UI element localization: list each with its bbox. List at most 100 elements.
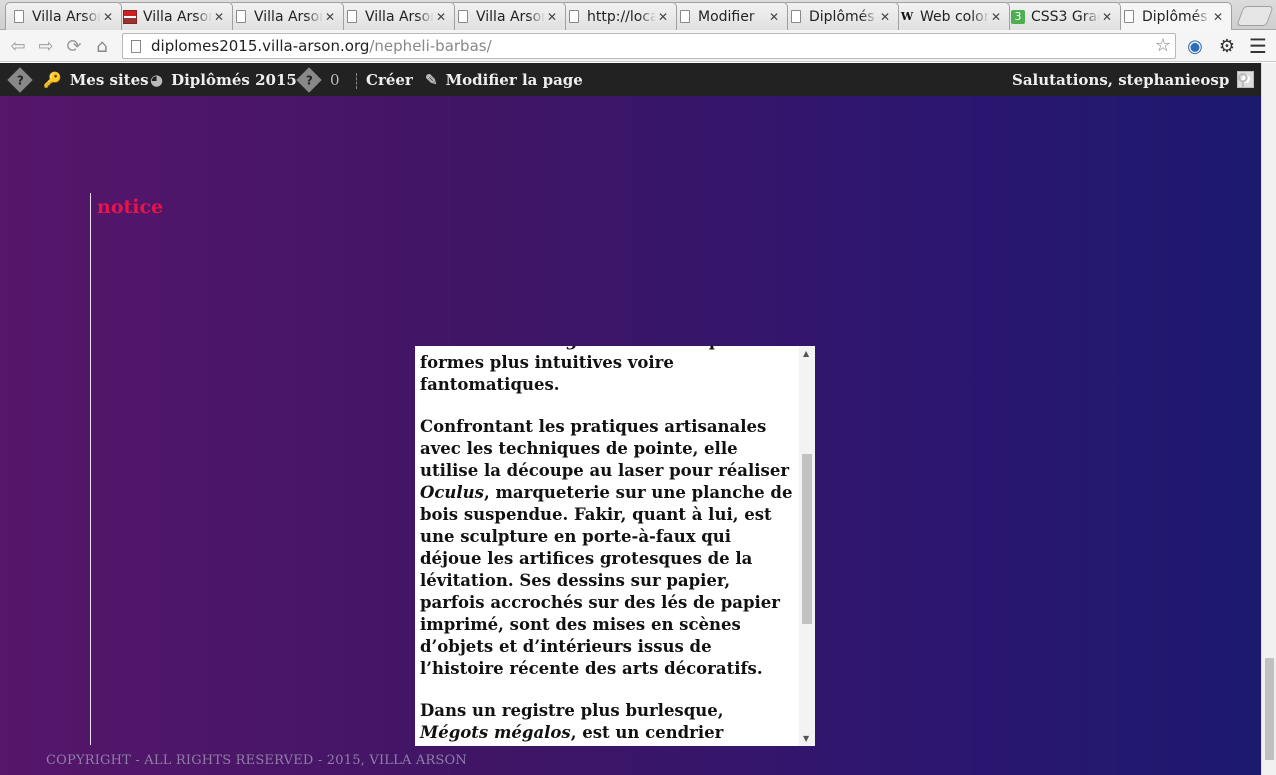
close-icon[interactable]: ✕ — [1100, 10, 1114, 24]
close-icon[interactable]: ✕ — [434, 10, 448, 24]
address-bar[interactable]: diplomes2015.villa-arson.org/nepheli-bar… — [122, 33, 1176, 59]
edit-page-link[interactable]: ✎ Modifier la page — [425, 63, 583, 96]
notice-paragraph: Dans un registre plus burlesque, Mégots … — [420, 700, 797, 746]
css3-icon: 3 — [1011, 9, 1025, 24]
close-icon[interactable]: ✕ — [989, 10, 1003, 24]
edit-page-label: Modifier la page — [445, 70, 583, 89]
paragraph-text: Dans un registre plus burlesque, — [420, 701, 724, 720]
search-menu[interactable]: ⚲ — [1237, 63, 1249, 96]
close-icon[interactable]: ✕ — [101, 10, 115, 24]
browser-tabstrip: Diplômés✕3CSS3 Gradient✕WWeb colors✕Dipl… — [0, 0, 1276, 30]
browser-tab[interactable]: Diplômés ✕ — [782, 2, 899, 30]
url-path: /nepheli-barbas/ — [369, 37, 492, 55]
scroll-up-arrow-icon[interactable]: ▲ — [803, 349, 809, 358]
notice-paragraph: Confrontant les pratiques artisanales av… — [420, 416, 797, 680]
browser-tab[interactable]: W Web colors✕ — [893, 2, 1010, 30]
close-icon[interactable]: ✕ — [545, 10, 559, 24]
gear-icon[interactable]: ⚙ — [1215, 34, 1239, 58]
browser-tab[interactable]: Villa Arson ✕ — [449, 2, 566, 30]
wp-admin-bar: ? 🔑 Mes sites ◕ Diplômés 2015 ? 0 Créer … — [0, 63, 1261, 96]
artwork-title: Point Ligne Plan — [494, 346, 648, 350]
site-name-label: Diplômés 2015 — [171, 70, 297, 89]
wp-help-icon: ? — [7, 66, 33, 93]
text-box-scrollbar[interactable]: ▲ ▼ — [799, 346, 815, 746]
paragraph-text: célèbre — [420, 346, 494, 350]
comments-count: 0 — [330, 70, 340, 89]
paragraph-text: ainsi que des formes plus intuitives voi… — [420, 346, 775, 394]
villa-arson-icon — [123, 9, 137, 24]
page-icon — [131, 39, 141, 53]
page-icon — [14, 10, 24, 23]
page-content: notice célèbre Point Ligne Plan ainsi qu… — [0, 96, 1261, 775]
notice-text: célèbre Point Ligne Plan ainsi que des f… — [420, 346, 797, 746]
page-icon — [680, 10, 690, 23]
key-icon: 🔑 — [43, 70, 62, 89]
browser-tab[interactable]: Villa Arson ✕ — [338, 2, 455, 30]
page-icon — [236, 10, 246, 23]
page-icon — [458, 10, 468, 23]
notice-heading: notice — [97, 196, 164, 218]
close-icon[interactable]: ✕ — [767, 10, 781, 24]
tab-title: Villa Arson — [32, 8, 101, 25]
tab-title: http://localhost — [587, 8, 656, 25]
back-arrow-icon[interactable]: ⇦ — [6, 34, 30, 58]
browser-tab[interactable]: Modifier ✕ — [671, 2, 788, 30]
tab-title: Diplômés — [1142, 8, 1208, 25]
text-box-scrollbar-thumb[interactable] — [802, 454, 812, 624]
close-icon[interactable]: ✕ — [878, 10, 892, 24]
window-scrollbar[interactable] — [1261, 63, 1276, 775]
account-menu[interactable]: Salutations, stephanieosp — [1012, 63, 1255, 96]
tab-title: Villa Arson — [365, 8, 434, 25]
my-sites-label: Mes sites — [69, 70, 149, 89]
browser-tab[interactable]: Diplômés ✕ — [1115, 2, 1232, 30]
artwork-title: Mégots mégalos — [420, 723, 571, 742]
notice-text-box[interactable]: célèbre Point Ligne Plan ainsi que des f… — [415, 346, 815, 746]
pencil-icon: ✎ — [425, 70, 438, 89]
tab-title: Villa Arson — [476, 8, 545, 25]
notice-paragraph: célèbre Point Ligne Plan ainsi que des f… — [420, 346, 797, 396]
admin-bar-separator — [356, 73, 357, 89]
browser-tab[interactable]: 3 CSS3 Gradient✕ — [1004, 2, 1121, 30]
dashboard-icon: ◕ — [150, 70, 164, 89]
scroll-down-arrow-icon[interactable]: ▼ — [803, 734, 809, 743]
close-icon[interactable]: ✕ — [323, 10, 337, 24]
close-icon[interactable]: ✕ — [656, 10, 670, 24]
tab-title: Diplômés — [809, 8, 875, 25]
wp-logo-menu[interactable]: ? — [7, 63, 33, 96]
browser-tab[interactable]: Villa Arson ✕ — [5, 2, 122, 30]
bookmark-star-icon[interactable]: ☆ — [1155, 35, 1171, 56]
tab-title: Web colors — [920, 8, 989, 25]
search-icon: ⚲ — [1237, 70, 1249, 89]
page-icon — [569, 10, 579, 23]
close-icon[interactable]: ✕ — [1211, 10, 1225, 24]
paragraph-text: , marqueterie sur une planche de bois su… — [420, 483, 793, 678]
reload-icon[interactable]: ⟳ — [62, 34, 86, 58]
new-tab-button[interactable] — [1236, 6, 1274, 26]
close-icon[interactable]: ✕ — [212, 10, 226, 24]
new-content-menu[interactable]: Créer — [366, 63, 413, 96]
artwork-title: Oculus — [420, 483, 484, 502]
greeting-label: Salutations, stephanieosp — [1012, 70, 1230, 89]
comments-icon: ? — [296, 66, 322, 93]
window-scrollbar-thumb[interactable] — [1265, 658, 1274, 760]
tab-title: Villa Arson — [143, 8, 212, 25]
tab-title: Villa Arson — [254, 8, 323, 25]
vertical-divider — [90, 193, 91, 745]
paragraph-text: Confrontant les pratiques artisanales av… — [420, 417, 790, 480]
my-sites-menu[interactable]: 🔑 Mes sites — [43, 63, 149, 96]
wikipedia-icon: W — [900, 10, 914, 23]
forward-arrow-icon[interactable]: ⇨ — [34, 34, 58, 58]
home-icon[interactable]: ⌂ — [90, 34, 114, 58]
page-icon — [347, 10, 357, 23]
new-label: Créer — [366, 70, 413, 89]
page-icon — [1124, 10, 1134, 23]
browser-toolbar: ⇦ ⇨ ⟳ ⌂ diplomes2015.villa-arson.org/nep… — [0, 30, 1276, 62]
browser-tab[interactable]: http://localhost✕ — [560, 2, 677, 30]
url-host: diplomes2015.villa-arson.org — [151, 37, 370, 55]
menu-icon[interactable]: ☰ — [1246, 34, 1270, 58]
site-name-menu[interactable]: ◕ Diplômés 2015 — [150, 63, 297, 96]
globe-extension-icon[interactable]: ◉ — [1183, 34, 1207, 58]
browser-tab[interactable]: Villa Arson ✕ — [116, 2, 233, 30]
comments-menu[interactable]: ? 0 — [296, 63, 340, 96]
browser-tab[interactable]: Villa Arson ✕ — [227, 2, 344, 30]
